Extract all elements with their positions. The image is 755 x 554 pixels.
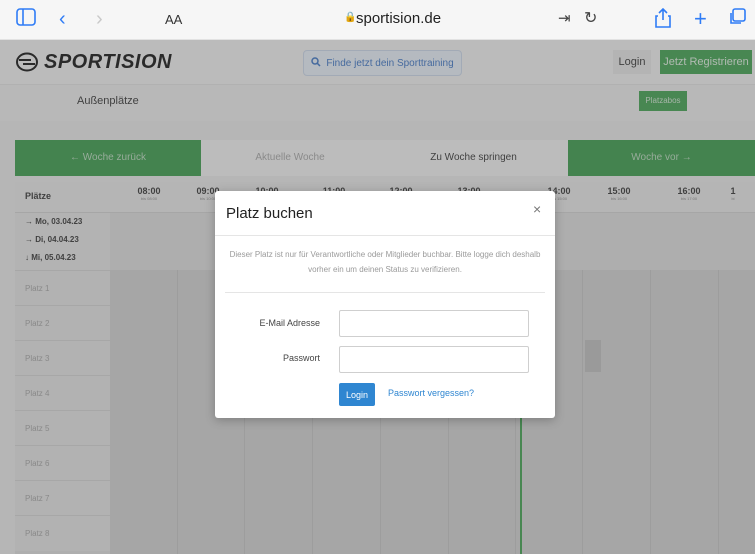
extension-icon[interactable]: ⇥	[558, 8, 571, 30]
text-size-button[interactable]: AA	[165, 12, 182, 27]
forgot-password-link[interactable]: Passwort vergessen?	[388, 388, 474, 398]
back-icon[interactable]: ‹	[59, 8, 66, 30]
close-icon[interactable]: ×	[533, 201, 541, 217]
password-field[interactable]	[339, 346, 529, 373]
new-tab-icon[interactable]: +	[694, 8, 707, 30]
forward-icon[interactable]: ›	[96, 8, 103, 30]
reload-icon[interactable]: ↻	[584, 8, 597, 30]
url-field[interactable]: sportision.de	[356, 10, 506, 27]
divider	[225, 292, 545, 293]
share-icon[interactable]	[655, 7, 671, 30]
login-button[interactable]: Login	[339, 383, 375, 406]
browser-toolbar: ‹ › AA 🔒 sportision.de ⇥ ↻ +	[0, 0, 755, 40]
divider	[215, 235, 555, 236]
sidebar-icon[interactable]	[16, 8, 36, 30]
modal-message: Dieser Platz ist nur für Verantwortliche…	[229, 250, 541, 274]
booking-modal: Platz buchen × Dieser Platz ist nur für …	[215, 191, 555, 418]
lock-icon: 🔒	[344, 12, 357, 23]
email-label: E-Mail Adresse	[259, 318, 320, 328]
tabs-icon[interactable]	[728, 8, 746, 30]
modal-title: Platz buchen	[226, 205, 313, 222]
password-label: Passwort	[282, 353, 320, 363]
email-field[interactable]	[339, 310, 529, 337]
